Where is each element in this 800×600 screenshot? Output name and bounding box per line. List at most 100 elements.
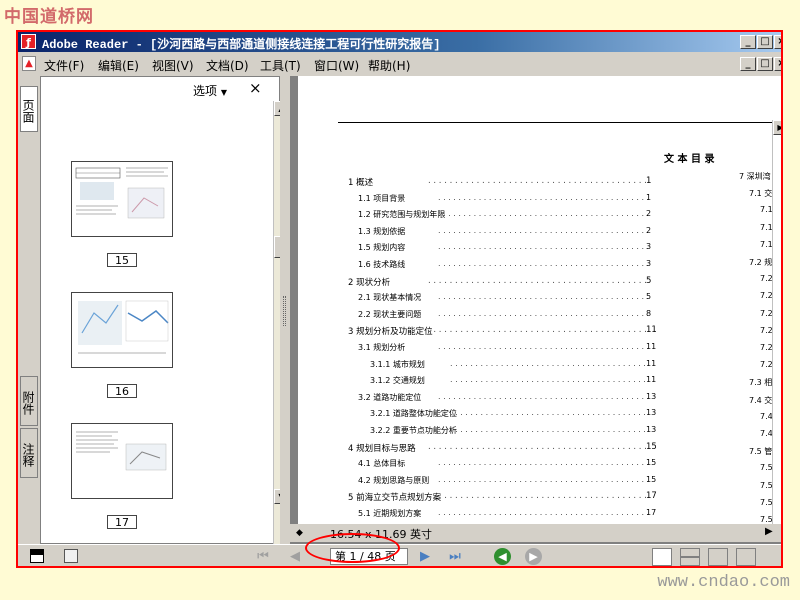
app-window: ƒ Adobe Reader - [沙河西路与西部通道侧接线连接工程可行性研究报… xyxy=(16,30,783,568)
document-view: 文 本 目 录 1 概述 . . . . . . . . . . . . . . … xyxy=(290,76,781,544)
toc-entry-page: 13 xyxy=(646,391,657,401)
toc-entry-title: 1.6 技术路线 xyxy=(358,260,406,269)
tab-comments[interactable]: 注释 xyxy=(20,428,38,478)
toc-entry[interactable]: 1 概述 . . . . . . . . . . . . . . . . . . … xyxy=(298,176,781,191)
doc-close-button[interactable]: × xyxy=(774,57,781,71)
toc-entry[interactable]: 4.2 规划思路与原则 . . . . . . . . . . . . . . .… xyxy=(298,475,781,490)
toc-entry-title: 4 规划目标与思路 xyxy=(348,443,416,454)
toc-entry[interactable]: 1.2 研究范围与规划年限. . . . . . . . . . . . . .… xyxy=(298,209,781,224)
toc-entry-title: 3.2 道路功能定位 xyxy=(358,392,422,402)
toc-entry-title: 1.1 项目背景 xyxy=(358,193,406,203)
thumbnail-page-number: 16 xyxy=(107,384,137,398)
toc-entry[interactable]: 3.1.2 交通规划 . . . . . . . . . . . . . . . … xyxy=(298,375,781,390)
toc-entry[interactable]: 3.1 规划分析 . . . . . . . . . . . . . . . . … xyxy=(298,342,781,357)
menu-tools[interactable]: 工具(T) xyxy=(260,57,301,74)
chevron-down-icon: ▼ xyxy=(220,88,227,97)
toc-entry[interactable]: 1.5 规划内容 . . . . . . . . . . . . . . . . … xyxy=(298,242,781,257)
horizontal-scroll-left-icon[interactable]: ◆ xyxy=(296,528,303,538)
toc-entry-title: 3.1.2 交通规划 xyxy=(370,376,425,386)
toc-leader-dots: . . . . . . . . . . . . . . . . . . . . … xyxy=(438,225,648,235)
next-page-icon[interactable]: ▶ xyxy=(416,549,434,565)
menu-window[interactable]: 窗口(W) xyxy=(314,57,359,74)
menu-view[interactable]: 视图(V) xyxy=(152,57,194,74)
panel-splitter[interactable] xyxy=(280,76,290,544)
options-menu[interactable]: 选项 ▼ xyxy=(193,82,227,99)
toc-entry-page: 13 xyxy=(646,408,657,418)
toc-entry-title: 1.5 规划内容 xyxy=(358,243,406,253)
toc-entry[interactable]: 2.2 现状主要问题 . . . . . . . . . . . . . . . … xyxy=(298,309,781,324)
toc-entry[interactable]: 2.1 现状基本情况 . . . . . . . . . . . . . . . … xyxy=(298,292,781,307)
toc-leader-dots: . . . . . . . . . . . . . . . . . . . . … xyxy=(438,474,648,484)
tab-attachments[interactable]: 附件 xyxy=(20,376,38,426)
toc-entry[interactable]: 4 规划目标与思路 . . . . . . . . . . . . . . . .… xyxy=(298,442,781,457)
toc-entry-page: 1 xyxy=(646,192,652,202)
doc-minimize-button[interactable]: _ xyxy=(740,57,756,71)
maximize-button[interactable]: □ xyxy=(757,35,773,49)
toc-entry[interactable]: 3.1.1 城市规划 . . . . . . . . . . . . . . . … xyxy=(298,359,781,374)
doc-scroll-right-icon[interactable]: ▶ xyxy=(773,120,781,135)
toc-entry-page: 11 xyxy=(646,325,657,336)
toc-leader-dots: . . . . . . . . . . . . . . . . . . . . … xyxy=(438,308,648,318)
toc-entry[interactable]: 3 规划分析及功能定位. . . . . . . . . . . . . . .… xyxy=(298,325,781,340)
menu-document[interactable]: 文档(D) xyxy=(206,57,249,74)
toc-entry[interactable]: 3.2.1 道路整体功能定位. . . . . . . . . . . . . … xyxy=(298,408,781,423)
toc-entry[interactable]: 1.1 项目背景 . . . . . . . . . . . . . . . . … xyxy=(298,193,781,208)
toc-entry[interactable]: 2 现状分析 . . . . . . . . . . . . . . . . . … xyxy=(298,276,781,291)
toc-leader-dots: . . . . . . . . . . . . . . . . . . . . … xyxy=(428,325,648,336)
document-scrollbar[interactable]: ▶ xyxy=(772,120,781,540)
toc-entry[interactable]: 5.1 近期规划方案 . . . . . . . . . . . . . . . … xyxy=(298,508,781,523)
toc-entry[interactable]: 1.6 技术路线 . . . . . . . . . . . . . . . . … xyxy=(298,259,781,274)
close-button[interactable]: × xyxy=(774,35,781,49)
menu-bar: ▲ 文件(F) 编辑(E) 视图(V) 文档(D) 工具(T) 窗口(W) 帮助… xyxy=(18,53,781,75)
thumbnail-preview xyxy=(75,167,168,219)
facing-view-icon[interactable] xyxy=(708,548,728,566)
toc-entry[interactable]: 5 前海立交节点规划方案. . . . . . . . . . . . . . … xyxy=(298,491,781,506)
toc-entry[interactable]: 3.2.2 重要节点功能分析. . . . . . . . . . . . . … xyxy=(298,425,781,440)
continuous-facing-view-icon[interactable] xyxy=(736,548,756,566)
last-page-icon[interactable]: ⏭ xyxy=(446,549,464,565)
panel-close-icon[interactable]: × xyxy=(249,79,262,97)
title-bar: ƒ Adobe Reader - [沙河西路与西部通道侧接线连接工程可行性研究报… xyxy=(18,32,781,52)
toc-entry-title: 2.2 现状主要问题 xyxy=(358,309,422,319)
toc-entry-page: 1 xyxy=(646,176,652,186)
thumbnail-view-icon[interactable] xyxy=(30,549,44,563)
toc-entry-title: 1.2 研究范围与规划年限 xyxy=(358,210,446,220)
toc-entry-page: 8 xyxy=(646,308,652,318)
menu-edit[interactable]: 编辑(E) xyxy=(98,57,139,74)
tab-pages[interactable]: 页面 xyxy=(20,86,38,132)
menu-file[interactable]: 文件(F) xyxy=(44,57,84,74)
single-page-view-icon[interactable] xyxy=(652,548,672,566)
toc-entry-title: 4.1 总体目标 xyxy=(358,459,406,469)
toc-entry-page: 17 xyxy=(646,491,657,502)
page-thumbnail[interactable] xyxy=(71,423,173,499)
doc-restore-button[interactable]: □ xyxy=(757,57,773,71)
page-thumbnail[interactable] xyxy=(71,161,173,237)
first-page-icon[interactable]: ⏮ xyxy=(254,549,272,565)
thumbnail-page-number: 17 xyxy=(107,515,137,529)
horizontal-scroll-right-icon[interactable]: ▶ xyxy=(765,526,773,537)
toc-entry-page: 11 xyxy=(646,358,657,368)
toc-leader-dots: . . . . . . . . . . . . . . . . . . . . … xyxy=(450,375,648,385)
toc-heading: 文 本 目 录 xyxy=(664,154,715,165)
toc-entry-title: 3.1.1 城市规划 xyxy=(370,359,425,369)
continuous-view-icon[interactable] xyxy=(680,548,700,566)
toc-entry-title: 5.1 近期规划方案 xyxy=(358,509,422,518)
minimize-button[interactable]: _ xyxy=(740,35,756,49)
side-tab-strip: 页面 附件 注释 xyxy=(18,76,40,540)
toc-entry-page: 15 xyxy=(646,441,657,452)
thumbnail-panel: 选项 ▼ × 15 16 17 xyxy=(40,76,289,559)
page-options-icon[interactable] xyxy=(64,549,78,563)
toc-entry-page: 11 xyxy=(646,375,657,385)
page-thumbnail[interactable] xyxy=(71,292,173,368)
splitter-grip-icon xyxy=(283,296,286,326)
go-back-icon[interactable]: ◀ xyxy=(494,548,511,565)
toc-entry[interactable]: 3.2 道路功能定位 . . . . . . . . . . . . . . . … xyxy=(298,392,781,407)
go-forward-icon[interactable]: ▶ xyxy=(525,548,542,565)
toc-entry-title: 3.2.2 重要节点功能分析 xyxy=(370,426,457,435)
toc-entry[interactable]: 4.1 总体目标 . . . . . . . . . . . . . . . . … xyxy=(298,458,781,473)
previous-page-icon[interactable]: ◀ xyxy=(286,549,304,565)
toc-entry[interactable]: 1.3 规划依据 . . . . . . . . . . . . . . . . … xyxy=(298,226,781,241)
document-page: 文 本 目 录 1 概述 . . . . . . . . . . . . . . … xyxy=(298,76,781,536)
options-label: 选项 xyxy=(193,84,218,98)
menu-help[interactable]: 帮助(H) xyxy=(368,57,410,74)
